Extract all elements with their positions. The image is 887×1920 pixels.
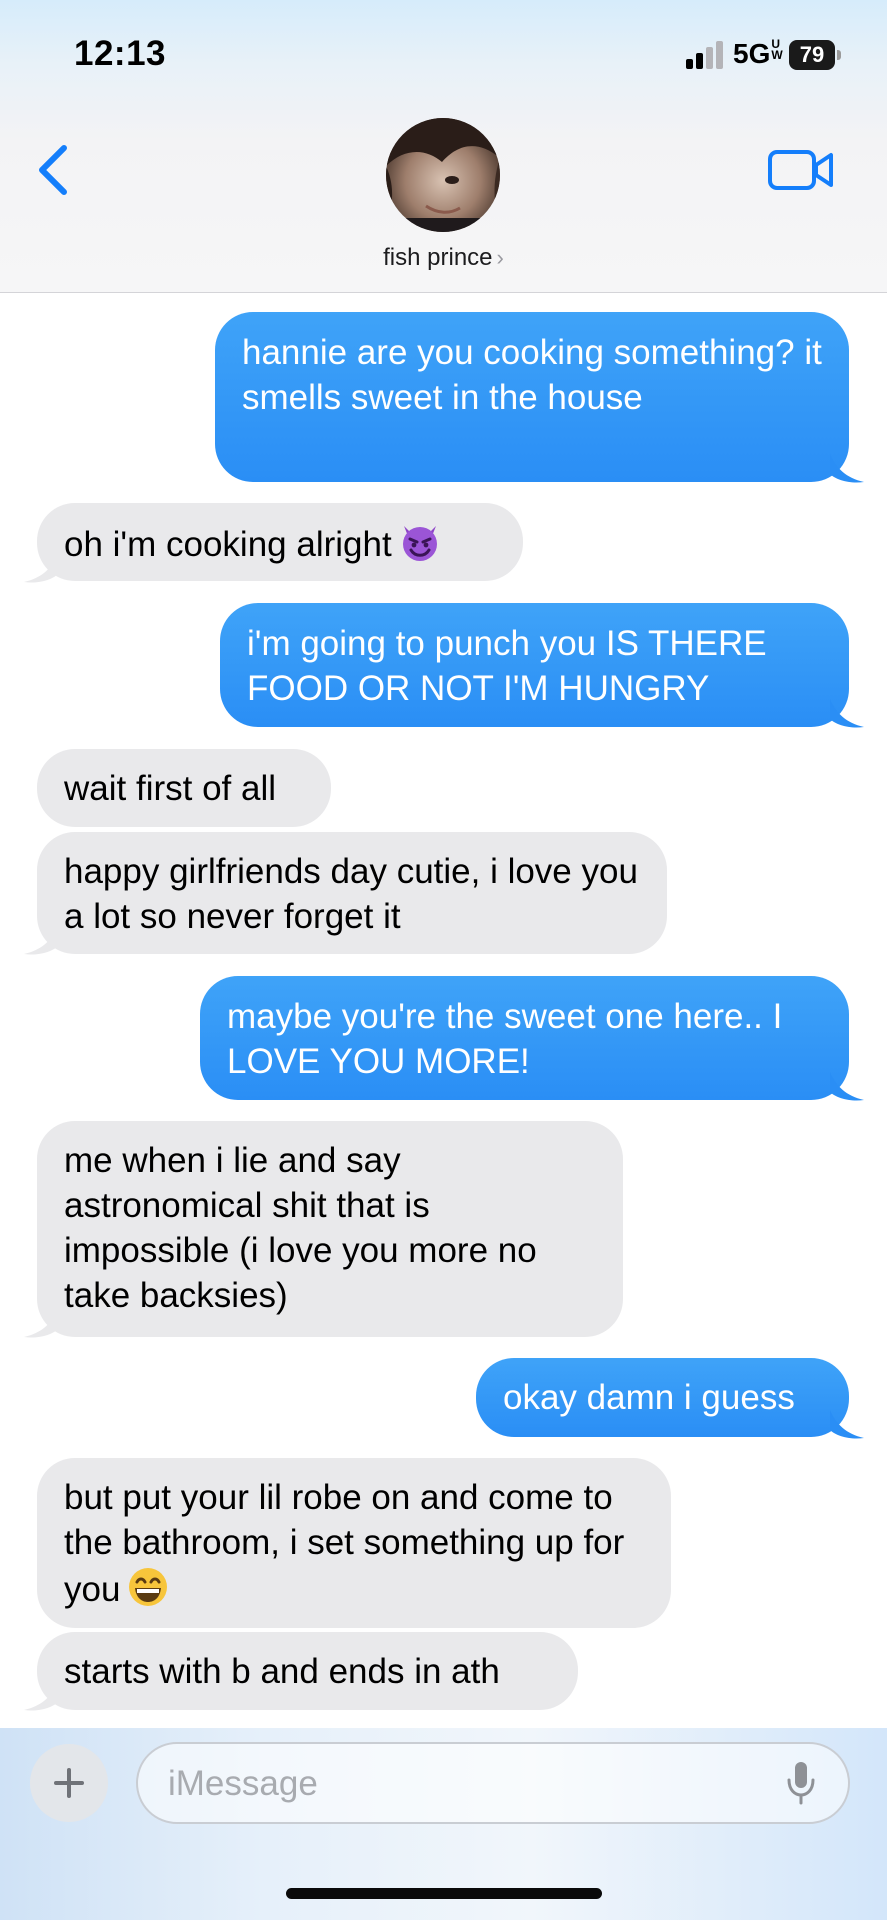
message-text: starts with b and ends in ath	[64, 1652, 500, 1691]
message-text: me when i lie and say astronomical shit …	[64, 1141, 537, 1315]
message-line: oh i'm cooking alright	[64, 520, 496, 567]
bubble-tail	[24, 926, 58, 955]
home-indicator[interactable]	[286, 1888, 602, 1899]
message-input[interactable]: iMessage	[136, 1742, 850, 1824]
bubble-tail	[830, 1410, 864, 1439]
received-message-bubble[interactable]: happy girlfriends day cutie, i love you …	[37, 832, 667, 954]
bubble-tail	[24, 1309, 58, 1338]
sent-message-bubble[interactable]: maybe you're the sweet one here.. I LOVE…	[200, 976, 849, 1100]
message-thread: hannie are you cooking something? it sme…	[0, 0, 887, 1920]
received-message-bubble[interactable]: starts with b and ends in ath	[37, 1632, 578, 1710]
sent-message-bubble[interactable]: okay damn i guess	[476, 1358, 849, 1437]
bubble-tail	[830, 1072, 864, 1101]
message-text: wait first of all	[64, 769, 276, 808]
microphone-icon[interactable]	[786, 1760, 816, 1806]
message-text: happy girlfriends day cutie, i love you …	[64, 852, 638, 936]
received-message-bubble[interactable]: me when i lie and say astronomical shit …	[37, 1121, 623, 1337]
message-line: but put your lil robe on and come to the…	[64, 1475, 644, 1612]
bubble-tail	[24, 554, 58, 583]
sent-message-bubble[interactable]: hannie are you cooking something? it sme…	[215, 312, 849, 482]
message-text: okay damn i guess	[503, 1378, 795, 1417]
plus-icon-stroke	[67, 1768, 71, 1798]
add-attachment-button[interactable]	[30, 1744, 108, 1822]
received-message-bubble[interactable]: wait first of all	[37, 749, 331, 827]
message-text: i'm going to punch you IS THERE FOOD OR …	[247, 624, 767, 708]
received-message-bubble[interactable]: oh i'm cooking alright	[37, 503, 523, 581]
sent-message-bubble[interactable]: i'm going to punch you IS THERE FOOD OR …	[220, 603, 849, 727]
received-message-bubble[interactable]: but put your lil robe on and come to the…	[37, 1458, 671, 1628]
bubble-tail	[830, 699, 864, 728]
message-placeholder: iMessage	[168, 1764, 318, 1803]
message-text: maybe you're the sweet one here.. I LOVE…	[227, 997, 783, 1081]
message-text: hannie are you cooking something? it sme…	[242, 333, 822, 417]
messages-screen: 12:13 5GUW 79 fish prince › hannie are y…	[0, 0, 887, 1920]
smiling-imp-emoji	[402, 526, 437, 561]
grinning-face-emoji	[129, 1568, 168, 1606]
message-text: oh i'm cooking alright	[64, 525, 392, 564]
bubble-tail	[24, 1682, 58, 1711]
bubble-tail	[830, 454, 864, 483]
